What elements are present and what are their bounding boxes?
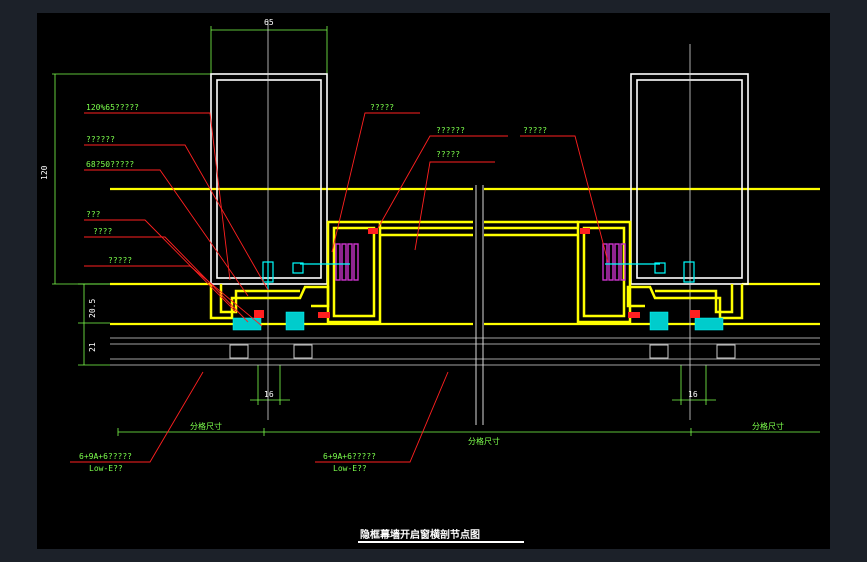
grid-size-right: 分格尺寸 [752, 421, 784, 431]
glass-spec-mid: 6+9A+6????? [323, 452, 376, 461]
callout-6: ????? [108, 256, 132, 265]
grid-size-center: 分格尺寸 [468, 436, 500, 446]
dim-left-height: 120 [40, 165, 49, 180]
grid-size-left: 分格尺寸 [190, 421, 222, 431]
glass-spec-left: 6+9A+6????? [79, 452, 132, 461]
drawing-title: 隐框幕墙开启窗横剖节点图 [360, 528, 480, 541]
glass-spec-left-coating: Low-E?? [89, 464, 123, 473]
callout-2: ?????? [86, 135, 115, 144]
callout-7: ????? [370, 103, 394, 112]
callout-4: ??? [86, 210, 101, 219]
callout-10: ????? [523, 126, 547, 135]
dim-height-20-5: 20.5 [88, 299, 97, 318]
callout-8: ?????? [436, 126, 465, 135]
cad-drawing: 65 120 20.5 21 16 16 120%65????? ?????? … [37, 13, 830, 549]
callout-1: 120%65????? [86, 103, 139, 112]
callout-3: 68?50????? [86, 160, 134, 169]
drawing-canvas [37, 13, 830, 549]
dim-gap-left: 16 [264, 390, 274, 399]
callout-9: ????? [436, 150, 460, 159]
glass-spec-mid-coating: Low-E?? [333, 464, 367, 473]
dim-gap-right: 16 [688, 390, 698, 399]
callout-5: ???? [93, 227, 112, 236]
dim-top-width: 65 [264, 18, 274, 27]
dim-height-21: 21 [88, 342, 97, 352]
